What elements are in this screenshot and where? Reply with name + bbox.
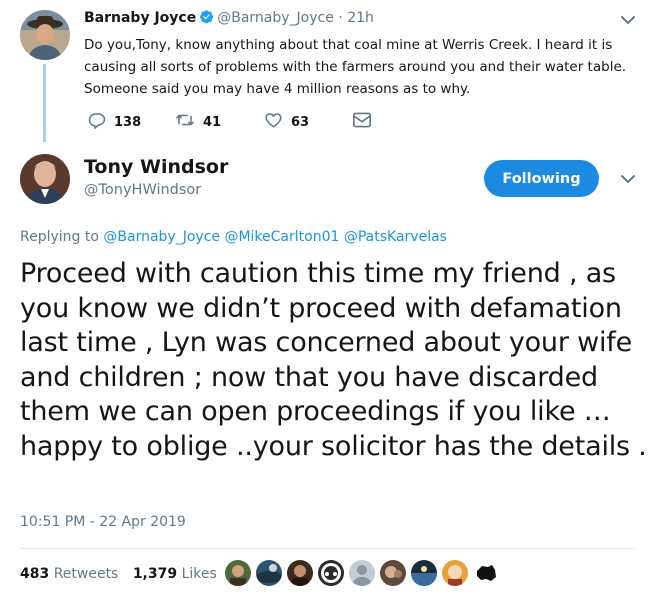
- likes-count: 1,379: [132, 566, 178, 582]
- reply-count: 138: [114, 114, 142, 130]
- liker-avatar[interactable]: [380, 560, 406, 586]
- like-count: 63: [291, 114, 310, 130]
- reply-author-name[interactable]: Barnaby Joyce: [84, 10, 196, 26]
- liker-avatar[interactable]: [287, 560, 313, 586]
- liker-avatar[interactable]: [442, 560, 468, 586]
- stats-divider: [20, 548, 637, 549]
- replying-to-line: Replying to @Barnaby_Joyce @MikeCarlton0…: [20, 229, 447, 245]
- replying-to-prefix: Replying to: [20, 229, 99, 245]
- reply-author-handle[interactable]: @Barnaby_Joyce: [217, 10, 334, 26]
- reply-time[interactable]: 21h: [347, 10, 374, 26]
- verified-badge-icon: [199, 9, 214, 28]
- liker-avatar[interactable]: [349, 560, 375, 586]
- retweet-count: 41: [203, 114, 222, 130]
- main-tweet-text: Proceed with caution this time my friend…: [20, 258, 647, 462]
- mention-link[interactable]: @PatsKarvelas: [344, 229, 447, 245]
- main-tweet-chevron-down-icon[interactable]: [620, 171, 636, 191]
- retweet-action[interactable]: 41: [175, 111, 221, 133]
- reply-tweet-chevron-down-icon[interactable]: [620, 12, 636, 32]
- direct-message-action[interactable]: [352, 111, 380, 133]
- main-author-name[interactable]: Tony Windsor: [84, 156, 228, 178]
- reply-tweet-text: Do you,Tony, know anything about that co…: [84, 37, 627, 97]
- barnaby-avatar[interactable]: [20, 10, 70, 60]
- retweets-count: 483: [20, 566, 50, 582]
- likes-stat[interactable]: 1,379 Likes: [133, 566, 217, 582]
- liker-avatar[interactable]: [411, 560, 437, 586]
- like-icon: [264, 111, 291, 133]
- liker-avatar[interactable]: [256, 560, 282, 586]
- direct-message-icon: [352, 111, 380, 133]
- likers-avatar-row: [225, 560, 504, 586]
- retweets-stat[interactable]: 483 Retweets: [20, 566, 118, 582]
- likes-label: Likes: [181, 566, 217, 582]
- liker-avatar[interactable]: [318, 560, 344, 586]
- retweet-icon: [175, 111, 203, 133]
- reply-tweet-header: Barnaby Joyce @Barnaby_Joyce · 21h: [84, 9, 374, 28]
- liker-avatar[interactable]: [225, 560, 251, 586]
- thread-connector-line: [43, 64, 46, 142]
- reply-action[interactable]: 138: [88, 111, 141, 133]
- mention-link[interactable]: @MikeCarlton01: [224, 229, 339, 245]
- following-button[interactable]: Following: [484, 160, 599, 197]
- tony-avatar[interactable]: [20, 154, 70, 204]
- retweets-label: Retweets: [53, 566, 119, 582]
- main-tweet-timestamp[interactable]: 10:51 PM - 22 Apr 2019: [20, 514, 186, 530]
- engagement-stats: 483 Retweets 1,379 Likes: [20, 566, 227, 582]
- reply-icon: [88, 111, 114, 133]
- mention-link[interactable]: @Barnaby_Joyce: [103, 229, 220, 245]
- liker-avatar[interactable]: [473, 560, 499, 586]
- reply-time-separator: ·: [333, 10, 348, 26]
- main-author-handle[interactable]: @TonyHWindsor: [84, 182, 201, 198]
- like-action[interactable]: 63: [264, 111, 309, 133]
